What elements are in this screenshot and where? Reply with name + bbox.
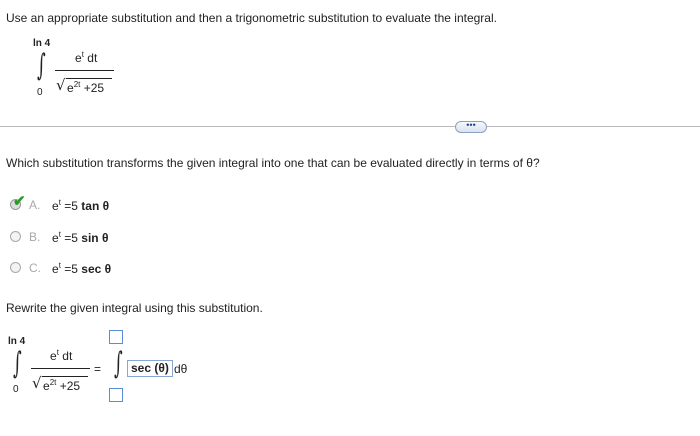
option-c-letter: C. [29, 261, 41, 275]
equals-sign: = [94, 362, 102, 376]
radical-sign: √ [32, 374, 42, 392]
fraction-bar [31, 368, 90, 369]
dtheta: dθ [174, 362, 188, 376]
radical-overbar [66, 78, 112, 79]
denominator: e2t +25 [67, 80, 105, 95]
option-a-label: et =5 tan θ [52, 198, 110, 213]
option-c-label: et =5 sec θ [52, 261, 112, 276]
fraction-bar [55, 70, 114, 71]
integral-sign: ∫ [37, 48, 46, 83]
lower-limit: 0 [13, 384, 19, 395]
lower-limit-input[interactable] [109, 388, 123, 402]
radical-overbar [42, 376, 88, 377]
option-b-label: et =5 sin θ [52, 230, 109, 245]
integral-sign: ∫ [114, 346, 123, 381]
option-c-radio[interactable] [10, 262, 21, 273]
option-b-letter: B. [29, 230, 41, 244]
part1-prompt: Which substitution transforms the given … [6, 156, 540, 170]
upper-limit-input[interactable] [109, 330, 123, 344]
option-a-letter: A. [29, 198, 41, 212]
question-instruction: Use an appropriate substitution and then… [6, 11, 497, 25]
radical-sign: √ [56, 76, 66, 94]
numerator: et dt [50, 348, 73, 363]
numerator: et dt [75, 50, 98, 65]
denominator: e2t +25 [43, 378, 81, 393]
integral-sign: ∫ [13, 346, 22, 381]
more-button[interactable]: ••• [455, 121, 487, 133]
option-b-radio[interactable] [10, 231, 21, 242]
correct-check-icon: ✔ [13, 193, 26, 210]
lower-limit: 0 [37, 87, 43, 98]
section-divider [0, 126, 700, 127]
part2-prompt: Rewrite the given integral using this su… [6, 301, 263, 315]
integrand-input[interactable]: sec (θ) [127, 360, 173, 377]
